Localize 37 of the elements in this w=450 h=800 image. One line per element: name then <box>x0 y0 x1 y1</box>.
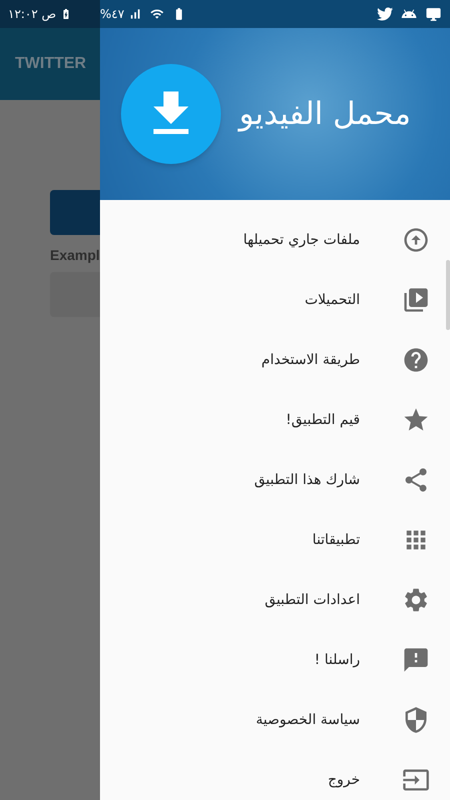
scrollbar <box>446 260 450 330</box>
monitor-icon <box>425 6 442 22</box>
menu-item[interactable]: سياسة الخصوصية <box>100 690 450 750</box>
menu-item-label: خروج <box>328 770 360 790</box>
menu-item-label: سياسة الخصوصية <box>256 710 360 730</box>
menu-item-label: شارك هذا التطبيق <box>254 470 360 490</box>
menu-item[interactable]: قيم التطبيق! <box>100 390 450 450</box>
signal-icon <box>128 7 142 21</box>
menu-item[interactable]: التحميلات <box>100 270 450 330</box>
menu-item-label: ملفات جاري تحميلها <box>243 230 360 250</box>
battery-text: %٤٧ <box>100 6 124 23</box>
feedback-icon <box>402 646 430 674</box>
drawer-title: محمل الفيديو <box>239 94 411 134</box>
menu-item[interactable]: تطبيقاتنا <box>100 510 450 570</box>
help-icon <box>402 346 430 374</box>
video-library-icon <box>402 286 430 314</box>
menu-item[interactable]: ملفات جاري تحميلها <box>100 210 450 270</box>
menu-item[interactable]: اعدادات التطبيق <box>100 570 450 630</box>
menu-item-label: اعدادات التطبيق <box>264 590 360 610</box>
settings-icon <box>402 586 430 614</box>
action-button[interactable] <box>50 190 100 235</box>
menu-item-label: راسلنا ! <box>314 650 360 670</box>
bird-icon <box>377 6 393 22</box>
app-title: TWITTER <box>15 54 86 74</box>
menu-item[interactable]: خروج <box>100 750 450 800</box>
menu-item-label: تطبيقاتنا <box>312 530 360 550</box>
menu-item[interactable]: شارك هذا التطبيق <box>100 450 450 510</box>
menu-item[interactable]: راسلنا ! <box>100 630 450 690</box>
wifi-icon <box>150 7 164 21</box>
menu-item-label: قيم التطبيق! <box>286 410 360 430</box>
input-field[interactable] <box>50 272 100 317</box>
upload-icon <box>402 226 430 254</box>
menu-item[interactable]: طريقة الاستخدام <box>100 330 450 390</box>
clock-text: ص ١٢:٠٢ <box>8 6 56 23</box>
field-label: Exampl <box>50 246 100 265</box>
menu-item-label: التحميلات <box>304 290 360 310</box>
menu-item-label: طريقة الاستخدام <box>261 350 360 370</box>
